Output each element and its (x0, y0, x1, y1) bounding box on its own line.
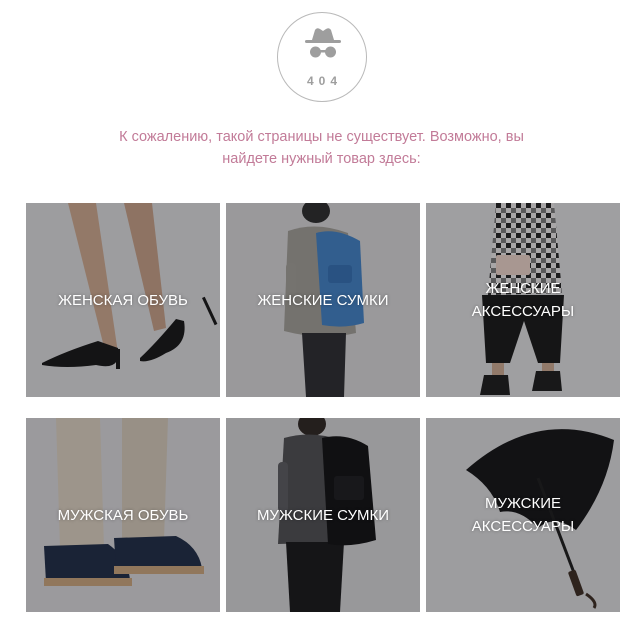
category-label: МУЖСКИЕ СУМКИ (256, 506, 390, 524)
category-tile-mens-bags[interactable]: МУЖСКИЕ СУМКИ (226, 418, 420, 612)
category-label: ЖЕНСКИЕ СУМКИ (257, 291, 389, 309)
category-tile-mens-shoes[interactable]: МУЖСКАЯ ОБУВЬ (26, 418, 220, 612)
category-tile-womens-shoes[interactable]: ЖЕНСКАЯ ОБУВЬ (26, 203, 220, 397)
category-label: МУЖСКАЯ ОБУВЬ (57, 506, 189, 524)
category-label: МУЖСКИЕ АКСЕССУАРЫ (471, 495, 575, 535)
category-tile-womens-bags[interactable]: ЖЕНСКИЕ СУМКИ (226, 203, 420, 397)
category-tile-womens-accessories[interactable]: ЖЕНСКИЕ АКСЕССУАРЫ (426, 203, 620, 397)
category-label: ЖЕНСКИЕ АКСЕССУАРЫ (471, 280, 575, 320)
category-label: ЖЕНСКАЯ ОБУВЬ (58, 291, 188, 309)
category-tile-mens-accessories[interactable]: МУЖСКИЕ АКСЕССУАРЫ (426, 418, 620, 612)
category-grid: ЖЕНСКАЯ ОБУВЬ ЖЕНСКИЕ СУМКИ ЖЕНСКИЕ АКСЕ… (0, 0, 643, 626)
